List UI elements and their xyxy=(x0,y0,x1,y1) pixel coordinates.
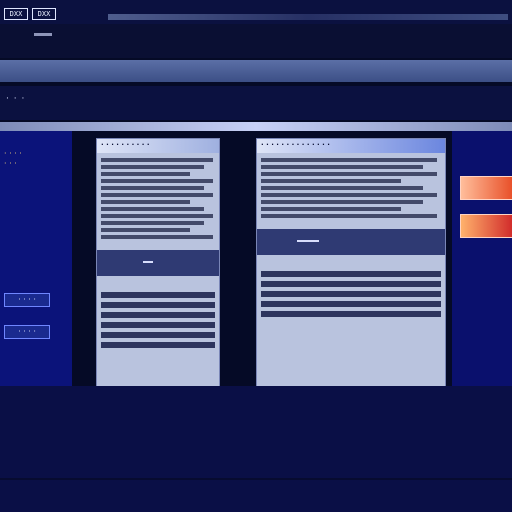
document-table-1 xyxy=(97,282,219,358)
brand-logo-1: DXX xyxy=(4,8,28,20)
table-row xyxy=(101,302,215,308)
text-line xyxy=(261,165,423,169)
header-indicator xyxy=(34,33,52,36)
text-line xyxy=(101,158,213,162)
gutter-left xyxy=(73,131,95,386)
sidebar-button-2[interactable]: · · · · xyxy=(4,325,50,339)
table-row xyxy=(101,322,215,328)
table-row xyxy=(101,312,215,318)
table-row xyxy=(101,292,215,298)
text-line xyxy=(101,186,204,190)
document-panel-2[interactable]: · · · · · · · · · · · · · · xyxy=(256,138,446,388)
text-line xyxy=(101,193,213,197)
table-row xyxy=(261,311,441,317)
text-line xyxy=(101,165,204,169)
text-line xyxy=(101,200,190,204)
gutter-middle xyxy=(222,131,254,386)
document-table-2 xyxy=(257,261,445,327)
text-line xyxy=(261,158,438,162)
sidebar-right xyxy=(452,131,512,386)
sidebar-label-1: · · · · xyxy=(4,149,22,158)
text-line xyxy=(101,221,204,225)
sidebar-label-2: · · · xyxy=(4,159,17,168)
document-header-2: · · · · · · · · · · · · · · xyxy=(257,139,445,153)
text-line xyxy=(261,214,438,218)
text-line xyxy=(101,179,213,183)
text-line xyxy=(261,193,438,197)
table-row xyxy=(261,281,441,287)
footer-divider xyxy=(0,478,512,480)
document-body-1 xyxy=(97,153,219,244)
toolbar-band[interactable] xyxy=(0,60,512,82)
document-title-1: · · · · · · · · · · xyxy=(101,141,150,149)
table-row xyxy=(101,342,215,348)
nav-text: · · · xyxy=(6,94,26,104)
table-row xyxy=(261,301,441,307)
document-panel-1[interactable]: · · · · · · · · · · xyxy=(96,138,220,388)
brand-logo-2: DXX xyxy=(32,8,56,20)
table-row xyxy=(101,332,215,338)
text-line xyxy=(101,214,213,218)
footer-area xyxy=(0,386,512,512)
promo-card-2[interactable] xyxy=(460,214,512,238)
document-divider-1 xyxy=(97,250,219,276)
sidebar-button-1[interactable]: · · · · xyxy=(4,293,50,307)
header-band xyxy=(0,24,512,58)
text-line xyxy=(261,207,402,211)
sidebar-left: · · · · · · · · · · · · · · · xyxy=(0,131,72,386)
text-line xyxy=(261,172,438,176)
table-row xyxy=(261,271,441,277)
text-line xyxy=(101,207,204,211)
text-line xyxy=(261,200,423,204)
top-status-strip xyxy=(108,14,508,20)
text-line xyxy=(101,172,190,176)
text-line xyxy=(261,179,402,183)
brand-marks: DXX DXX xyxy=(4,8,56,20)
divider-mark xyxy=(143,261,153,263)
nav-band xyxy=(0,86,512,120)
separator-bar xyxy=(0,122,512,131)
text-line xyxy=(101,235,213,239)
text-line xyxy=(101,228,190,232)
promo-card-1[interactable] xyxy=(460,176,512,200)
divider-mark xyxy=(297,240,319,242)
top-bar xyxy=(0,0,512,24)
text-line xyxy=(261,186,423,190)
document-header-1: · · · · · · · · · · xyxy=(97,139,219,153)
table-row xyxy=(261,291,441,297)
document-title-2: · · · · · · · · · · · · · · xyxy=(261,141,330,149)
document-body-2 xyxy=(257,153,445,223)
document-divider-2 xyxy=(257,229,445,255)
